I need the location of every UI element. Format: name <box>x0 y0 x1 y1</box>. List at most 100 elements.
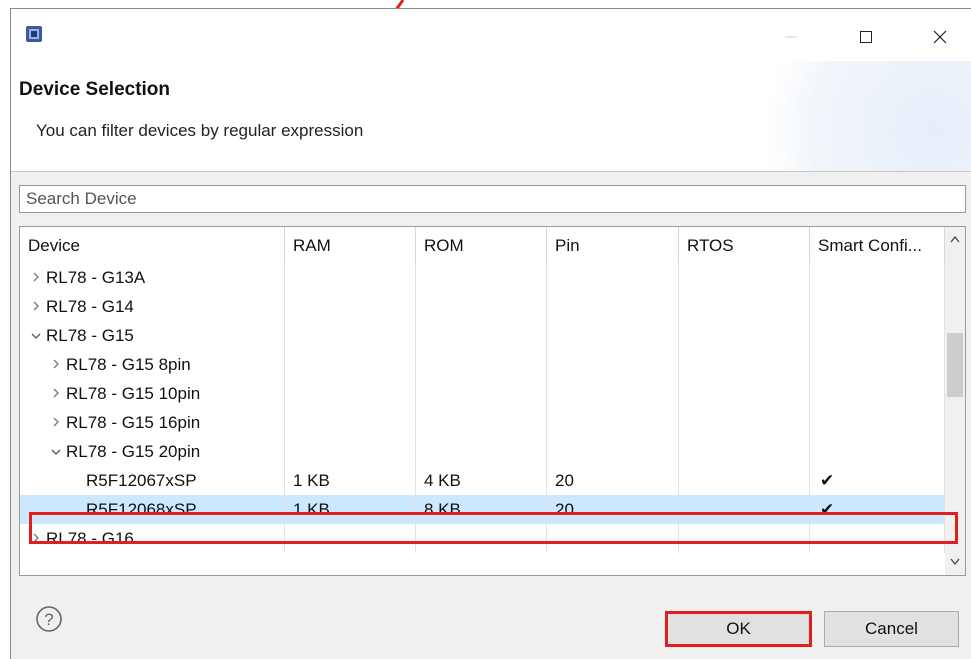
pin-cell <box>547 524 679 553</box>
rom-cell: 4 KB <box>416 466 547 495</box>
device-label: RL78 - G15 20pin <box>66 442 201 461</box>
chevron-right-icon[interactable] <box>48 379 64 408</box>
maximize-button[interactable] <box>843 17 889 57</box>
dialog-message: You can filter devices by regular expres… <box>36 121 364 140</box>
table-row[interactable]: R5F12067xSP 1 KB 4 KB 20 ✔ <box>20 466 945 495</box>
ram-cell <box>285 408 416 437</box>
device-name-cell: RL78 - G15 10pin <box>20 379 285 408</box>
smart-configurator-cell <box>810 321 945 350</box>
device-label: RL78 - G15 8pin <box>66 355 191 374</box>
ok-button[interactable]: OK <box>665 611 812 647</box>
device-name-cell: R5F12067xSP <box>20 466 285 495</box>
vertical-scrollbar[interactable] <box>945 227 965 575</box>
rom-cell <box>416 321 547 350</box>
cancel-button[interactable]: Cancel <box>824 611 959 647</box>
rom-cell <box>416 292 547 321</box>
smart-configurator-cell: ✔ <box>810 466 945 495</box>
ram-cell <box>285 321 416 350</box>
chevron-right-icon[interactable] <box>48 408 64 437</box>
table-row[interactable]: R5F12068xSP 1 KB 8 KB 20 ✔ <box>20 495 945 524</box>
close-button[interactable] <box>917 17 963 57</box>
rtos-cell <box>679 466 810 495</box>
rom-cell <box>416 379 547 408</box>
rom-cell <box>416 437 547 466</box>
column-header-ram[interactable]: RAM <box>285 227 416 263</box>
device-name-cell: RL78 - G14 <box>20 292 285 321</box>
column-header-pin[interactable]: Pin <box>547 227 679 263</box>
ram-cell <box>285 350 416 379</box>
rtos-cell <box>679 495 810 524</box>
table-header: Device RAM ROM Pin RTOS Smart Confi... <box>20 227 945 263</box>
chevron-down-icon[interactable] <box>48 437 64 466</box>
device-label: R5F12068xSP <box>86 500 197 519</box>
ram-cell <box>285 263 416 292</box>
column-header-smart-configurator[interactable]: Smart Confi... <box>810 227 945 263</box>
ram-cell <box>285 437 416 466</box>
device-label: R5F12067xSP <box>86 471 197 490</box>
device-selection-dialog: Device Selection You can filter devices … <box>10 8 971 659</box>
table-row[interactable]: RL78 - G16 <box>20 524 945 553</box>
ram-cell: 1 KB <box>285 466 416 495</box>
table-row[interactable]: RL78 - G15 10pin <box>20 379 945 408</box>
table-row[interactable]: RL78 - G15 <box>20 321 945 350</box>
pin-cell <box>547 408 679 437</box>
chevron-right-icon[interactable] <box>28 263 44 292</box>
table-row[interactable]: RL78 - G14 <box>20 292 945 321</box>
rtos-cell <box>679 524 810 553</box>
svg-text:?: ? <box>44 610 53 629</box>
device-label: RL78 - G13A <box>46 268 146 287</box>
chevron-right-icon[interactable] <box>28 292 44 321</box>
chip-app-icon <box>26 26 42 42</box>
minimize-button[interactable] <box>768 17 814 57</box>
device-label: RL78 - G15 16pin <box>66 413 201 432</box>
header-decoration <box>751 61 971 171</box>
rom-cell <box>416 524 547 553</box>
pin-cell <box>547 263 679 292</box>
column-header-rtos[interactable]: RTOS <box>679 227 810 263</box>
table-row[interactable]: RL78 - G15 20pin <box>20 437 945 466</box>
chevron-right-icon[interactable] <box>48 350 64 379</box>
table-row[interactable]: RL78 - G15 16pin <box>20 408 945 437</box>
chevron-up-icon <box>950 235 960 243</box>
rom-cell: 8 KB <box>416 495 547 524</box>
pin-cell <box>547 292 679 321</box>
smart-configurator-cell <box>810 292 945 321</box>
pin-cell <box>547 437 679 466</box>
scroll-up-button[interactable] <box>945 229 965 249</box>
help-icon[interactable]: ? <box>35 605 63 633</box>
device-name-cell: RL78 - G15 20pin <box>20 437 285 466</box>
device-name-cell: RL78 - G16 <box>20 524 285 553</box>
device-name-cell: RL78 - G15 <box>20 321 285 350</box>
device-name-cell: RL78 - G15 16pin <box>20 408 285 437</box>
chevron-right-icon[interactable] <box>28 524 44 553</box>
device-label: RL78 - G15 10pin <box>66 384 201 403</box>
scroll-down-button[interactable] <box>945 552 965 572</box>
column-header-device[interactable]: Device <box>20 227 285 263</box>
pin-cell <box>547 350 679 379</box>
title-bar <box>11 9 971 61</box>
rtos-cell <box>679 263 810 292</box>
smart-configurator-cell <box>810 379 945 408</box>
scrollbar-thumb[interactable] <box>947 333 963 397</box>
table-row[interactable]: RL78 - G13A <box>20 263 945 292</box>
chevron-down-icon <box>950 558 960 566</box>
smart-configurator-cell <box>810 437 945 466</box>
smart-configurator-cell: ✔ <box>810 495 945 524</box>
pin-cell <box>547 379 679 408</box>
smart-configurator-cell <box>810 524 945 553</box>
chevron-down-icon[interactable] <box>28 321 44 350</box>
rtos-cell <box>679 408 810 437</box>
table-row[interactable]: RL78 - G15 8pin <box>20 350 945 379</box>
ram-cell <box>285 292 416 321</box>
pin-cell: 20 <box>547 466 679 495</box>
rom-cell <box>416 350 547 379</box>
rtos-cell <box>679 379 810 408</box>
search-device-input[interactable] <box>19 185 966 213</box>
device-label: RL78 - G16 <box>46 529 134 548</box>
smart-configurator-cell <box>810 263 945 292</box>
device-name-cell: RL78 - G15 8pin <box>20 350 285 379</box>
pin-cell: 20 <box>547 495 679 524</box>
device-name-cell: RL78 - G13A <box>20 263 285 292</box>
column-header-rom[interactable]: ROM <box>416 227 547 263</box>
minimize-icon <box>785 36 797 38</box>
